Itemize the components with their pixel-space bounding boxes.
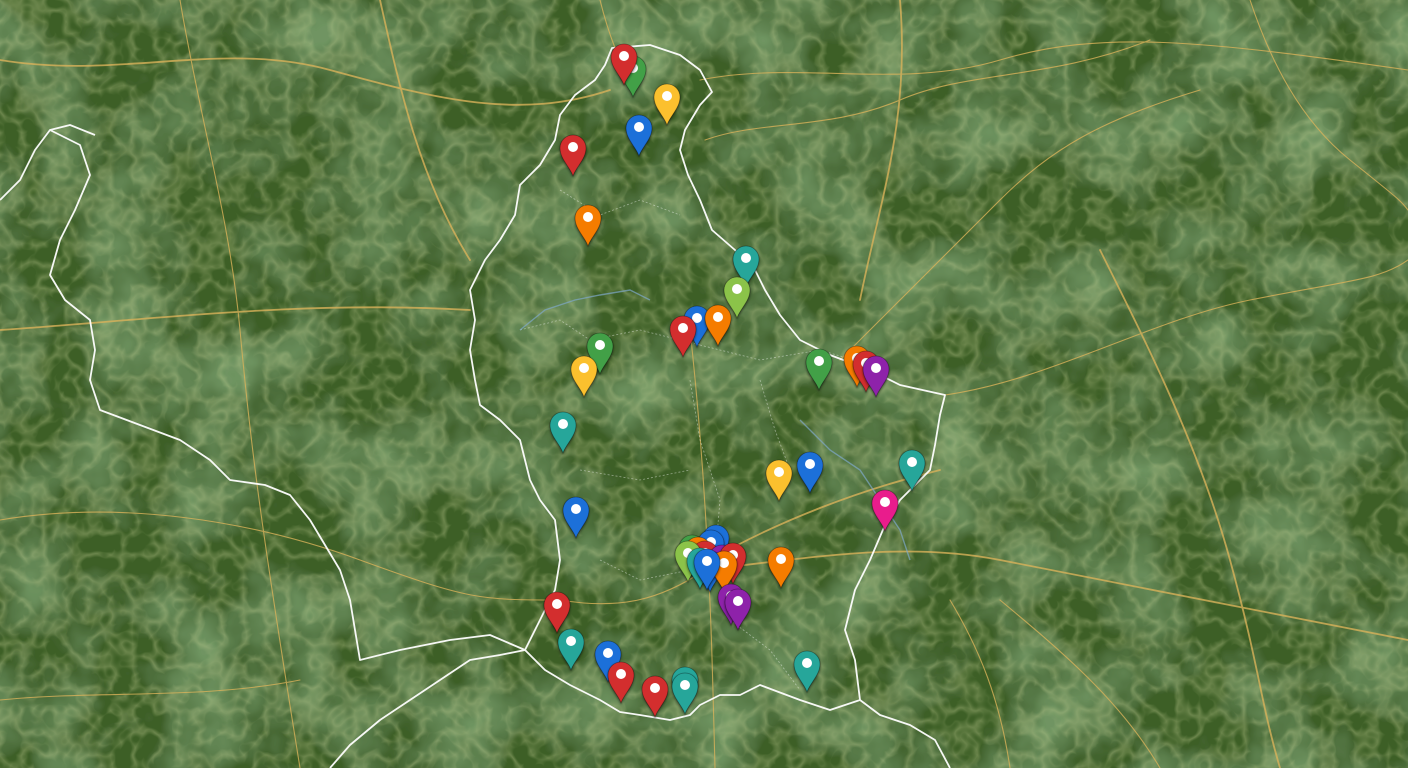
map-canvas[interactable] (0, 0, 1408, 768)
pin-center-dot (678, 323, 688, 333)
pin-center-dot (776, 554, 786, 564)
pin-center-dot (603, 648, 613, 658)
pin-center-dot (805, 459, 815, 469)
pin-center-dot (662, 91, 672, 101)
pin-center-dot (719, 558, 729, 568)
pin-center-dot (650, 683, 660, 693)
pin-center-dot (571, 504, 581, 514)
pin-center-dot (558, 419, 568, 429)
pin-center-dot (814, 356, 824, 366)
pin-center-dot (634, 122, 644, 132)
pin-center-dot (871, 363, 881, 373)
pin-center-dot (579, 363, 589, 373)
pin-center-dot (802, 658, 812, 668)
pin-center-dot (595, 340, 605, 350)
pin-center-dot (713, 312, 723, 322)
pin-center-dot (774, 467, 784, 477)
pin-center-dot (733, 596, 743, 606)
pin-center-dot (680, 680, 690, 690)
field-texture (0, 0, 1408, 768)
pin-center-dot (880, 497, 890, 507)
pin-center-dot (702, 556, 712, 566)
pin-center-dot (552, 599, 562, 609)
pin-center-dot (907, 457, 917, 467)
pin-center-dot (583, 212, 593, 222)
pin-center-dot (732, 284, 742, 294)
pin-center-dot (616, 669, 626, 679)
pin-center-dot (619, 51, 629, 61)
pin-center-dot (568, 142, 578, 152)
satellite-map[interactable] (0, 0, 1408, 768)
pin-center-dot (566, 636, 576, 646)
pin-center-dot (741, 253, 751, 263)
